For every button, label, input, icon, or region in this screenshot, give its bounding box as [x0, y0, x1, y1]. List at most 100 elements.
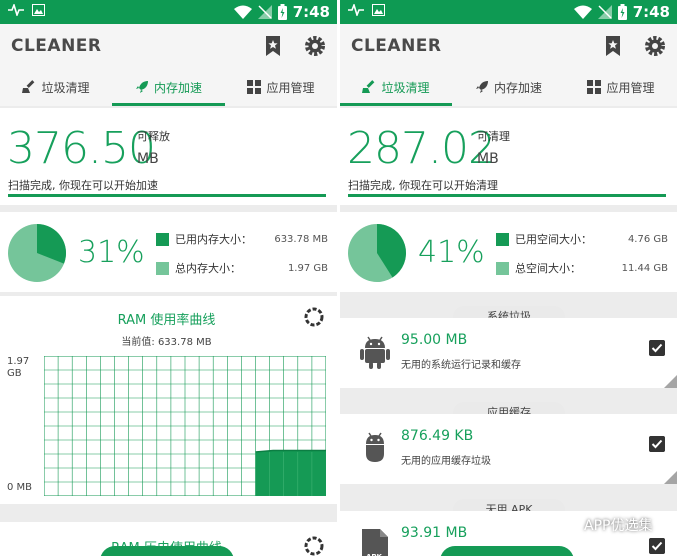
image-icon: [32, 4, 45, 16]
tab-bar: 垃圾清理 内存加速 应用管理: [340, 68, 677, 106]
junk-clean-screen: 7:48 CLEANER 垃圾清理 内存加速 应用管理 287.02 可清理 M…: [340, 0, 677, 556]
android-icon: [366, 432, 384, 462]
rocket-icon: [135, 81, 148, 93]
scan-progress-bar: [348, 194, 666, 197]
ram-usage-area: [255, 450, 326, 496]
legend-total-value: 11.44 GB: [621, 262, 668, 274]
memory-boost-screen: 7:48 CLEANER 垃圾清理 内存加速 应用管理 376.50 可释放 M…: [0, 0, 337, 556]
watermark-text: APP优选集: [584, 518, 653, 534]
y-axis-min-label: 0 MB: [7, 482, 33, 493]
total-swatch: [156, 261, 169, 275]
tab-junk-clean[interactable]: 垃圾清理: [340, 68, 452, 106]
memory-usage-percent: 31%: [78, 235, 145, 270]
pulse-icon: [8, 4, 24, 16]
scan-progress-bar: [8, 194, 326, 197]
wifi-icon: [573, 5, 592, 19]
legend-total-space: 总空间大小： 11.44 GB: [496, 260, 668, 276]
tab-app-manager-label: 应用管理: [266, 80, 315, 95]
active-tab-indicator: [112, 103, 225, 106]
image-icon: [372, 4, 385, 16]
clean-button[interactable]: [440, 546, 574, 556]
tab-app-manager[interactable]: 应用管理: [225, 68, 337, 106]
used-swatch: [156, 232, 169, 246]
storage-usage-percent: 41%: [418, 235, 485, 270]
tab-app-manager-label: 应用管理: [606, 80, 655, 95]
pulse-icon: [348, 4, 364, 16]
boost-button[interactable]: [100, 546, 234, 556]
no-signal-icon: [597, 5, 612, 19]
app-bar: CLEANER: [340, 24, 677, 68]
app-bar: CLEANER: [0, 24, 337, 68]
free-memory-unit: MB: [137, 151, 159, 167]
app-title: CLEANER: [351, 36, 442, 56]
settings-gear-icon[interactable]: [303, 34, 327, 58]
no-signal-icon: [257, 5, 272, 19]
junk-item-app-cache[interactable]: 876.49 KB 无用的应用缓存垃圾: [340, 414, 677, 484]
checkbox-checked-icon[interactable]: [649, 340, 665, 356]
free-memory-card: 376.50 可释放 MB 扫描完成, 你现在可以开始加速: [0, 108, 337, 205]
wifi-icon: [233, 5, 252, 19]
free-memory-value: 376.50: [7, 123, 156, 174]
status-bar: 7:48: [340, 0, 677, 24]
legend-total-label: 总空间大小：: [515, 262, 581, 275]
history-spinner-icon[interactable]: [303, 535, 325, 556]
ram-current-value: 当前值: 633.78 MB: [121, 337, 212, 348]
bookmark-star-icon[interactable]: [601, 34, 625, 58]
junk-item-system[interactable]: 95.00 MB 无用的系统运行记录和缓存: [340, 318, 677, 388]
junk-item-size: 93.91 MB: [401, 525, 468, 541]
free-memory-label: 可释放: [137, 130, 170, 143]
bookmark-star-icon[interactable]: [261, 34, 285, 58]
tab-app-manager[interactable]: 应用管理: [565, 68, 677, 106]
ram-usage-graph: [44, 356, 326, 496]
legend-total-value: 1.97 GB: [287, 262, 328, 274]
legend-total-memory: 总内存大小： 1.97 GB: [156, 260, 328, 276]
broom-icon: [22, 80, 35, 93]
scan-complete-message: 扫描完成, 你现在可以开始清理: [348, 179, 498, 192]
junk-item-size: 876.49 KB: [401, 428, 474, 444]
cleanable-label: 可清理: [477, 130, 510, 143]
tab-junk-clean-label: 垃圾清理: [41, 80, 90, 95]
junk-item-size: 95.00 MB: [401, 332, 468, 348]
cleanable-card: 287.02 可清理 MB 扫描完成, 你现在可以开始清理: [340, 108, 677, 205]
checkbox-checked-icon[interactable]: [649, 436, 665, 452]
memory-usage-pie: [8, 224, 66, 282]
rocket-icon: [475, 81, 488, 93]
apps-grid-icon: [587, 80, 602, 94]
apk-file-icon: APK: [362, 529, 388, 556]
tab-memory-boost[interactable]: 内存加速: [112, 68, 225, 106]
scan-complete-message: 扫描完成, 你现在可以开始加速: [8, 179, 158, 192]
legend-used-label: 已用内存大小：: [175, 233, 252, 246]
active-tab-indicator: [340, 103, 452, 106]
tab-memory-boost-label: 内存加速: [493, 80, 542, 95]
broom-icon: [362, 80, 375, 93]
refresh-spinner-icon[interactable]: [303, 306, 325, 328]
legend-used-space: 已用空间大小： 4.76 GB: [496, 231, 668, 247]
status-time: 7:48: [292, 3, 330, 21]
ram-usage-chart-card: RAM 使用率曲线 当前值: 633.78 MB 1.97 GB 0 MB: [0, 296, 337, 504]
apps-grid-icon: [247, 80, 262, 94]
tab-junk-clean[interactable]: 垃圾清理: [0, 68, 112, 106]
junk-item-description: 无用的应用缓存垃圾: [401, 456, 491, 467]
tab-memory-boost-label: 内存加速: [153, 80, 202, 95]
settings-gear-icon[interactable]: [643, 34, 667, 58]
y-max-text: 1.97 GB: [7, 356, 30, 379]
status-time: 7:48: [632, 3, 670, 21]
app-title: CLEANER: [11, 36, 102, 56]
expand-corner-icon[interactable]: [664, 375, 677, 388]
checkbox-checked-icon[interactable]: [649, 538, 665, 554]
legend-used-memory: 已用内存大小： 633.78 MB: [156, 231, 328, 247]
cleanable-unit: MB: [477, 151, 499, 167]
storage-usage-card: 41% 已用空间大小： 4.76 GB 总空间大小： 11.44 GB: [340, 212, 677, 292]
wechat-logo-icon: [560, 517, 580, 533]
battery-icon: [617, 4, 627, 20]
legend-used-value: 633.78 MB: [274, 233, 328, 245]
status-bar: 7:48: [0, 0, 337, 24]
junk-item-description: 无用的系统运行记录和缓存: [401, 360, 521, 371]
expand-corner-icon[interactable]: [664, 471, 677, 484]
storage-usage-pie: [348, 224, 406, 282]
y-axis-max-label: 1.97 GB: [7, 356, 29, 380]
tab-memory-boost[interactable]: 内存加速: [452, 68, 565, 106]
ram-chart-title: RAM 使用率曲线: [117, 313, 216, 328]
legend-used-value: 4.76 GB: [627, 233, 668, 245]
legend-used-label: 已用空间大小：: [515, 233, 592, 246]
